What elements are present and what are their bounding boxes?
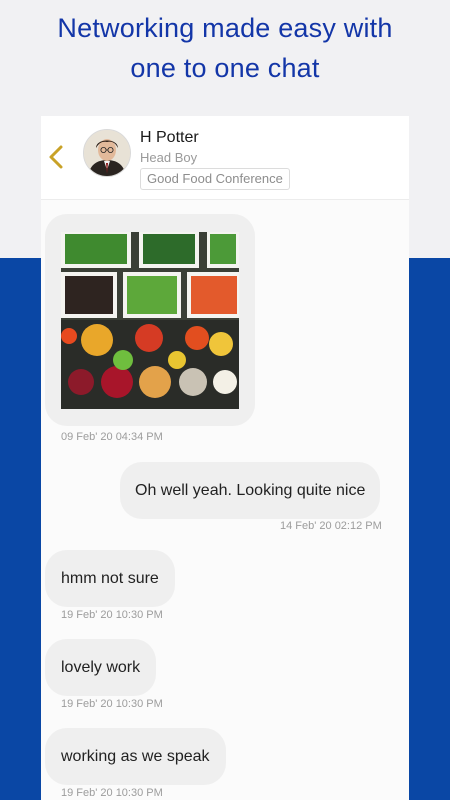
chat-screen: H Potter Head Boy Good Food Conference 0… bbox=[41, 116, 409, 800]
chat-header: H Potter Head Boy Good Food Conference bbox=[41, 116, 409, 200]
contact-role: Head Boy bbox=[140, 150, 198, 165]
incoming-message-bubble[interactable]: lovely work bbox=[45, 639, 157, 696]
message-time: 14 Feb' 20 02:12 PM bbox=[280, 520, 382, 532]
message-time: 09 Feb' 20 04:34 PM bbox=[61, 431, 163, 443]
incoming-message-bubble[interactable]: working as we speak bbox=[45, 728, 226, 785]
outgoing-message-bubble[interactable]: Oh well yeah. Looking quite nice bbox=[120, 462, 381, 519]
contact-name[interactable]: H Potter bbox=[140, 129, 199, 147]
event-badge: Good Food Conference bbox=[140, 168, 290, 190]
image-message-bubble[interactable] bbox=[45, 214, 255, 426]
message-time: 19 Feb' 20 10:30 PM bbox=[61, 698, 163, 710]
contact-avatar[interactable] bbox=[83, 129, 131, 177]
message-time: 19 Feb' 20 10:30 PM bbox=[61, 609, 163, 621]
promo-headline: Networking made easy with one to one cha… bbox=[0, 8, 450, 88]
headline-line-1: Networking made easy with bbox=[57, 13, 393, 43]
message-time: 19 Feb' 20 10:30 PM bbox=[61, 787, 163, 799]
headline-line-2: one to one chat bbox=[130, 53, 320, 83]
incoming-message-bubble[interactable]: hmm not sure bbox=[45, 550, 175, 607]
avatar-portrait-icon bbox=[84, 130, 130, 176]
food-photo bbox=[61, 232, 239, 409]
back-chevron-icon[interactable] bbox=[46, 143, 66, 171]
